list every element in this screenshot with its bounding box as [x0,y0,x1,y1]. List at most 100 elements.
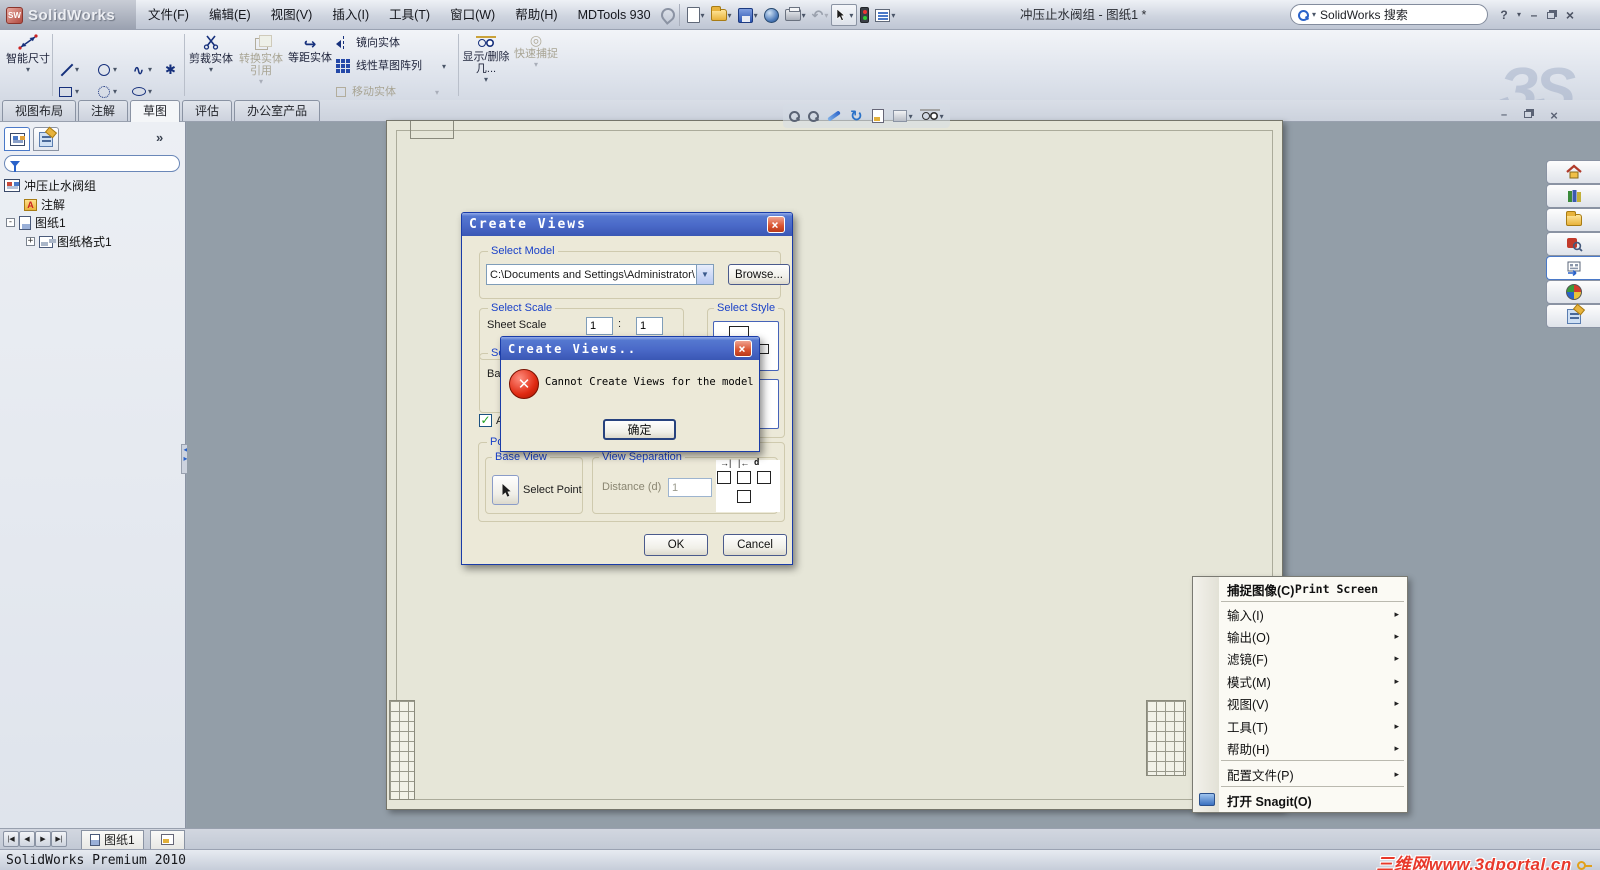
circle-tool-button[interactable]: ▾ [96,62,117,77]
tree-root-item[interactable]: 冲压止水阀组 [4,177,96,194]
search-box[interactable]: ▾ SolidWorks 搜索 [1290,4,1488,25]
property-manager-tab[interactable] [33,127,59,151]
update-sheet-button[interactable] [871,109,884,123]
point-tool-button[interactable]: ✱ [163,62,178,77]
display-delete-relations-button[interactable]: 显示/删除几... ▾ [462,34,510,84]
restore-button[interactable] [1543,6,1559,24]
new-document-button[interactable]: ▾ [684,3,708,27]
panel-expand-button[interactable]: » [156,130,163,145]
tab-sketch[interactable]: 草图 [130,99,181,122]
menu-item-mode[interactable]: 模式(M) ▸ [1194,670,1406,692]
ellipse-tool-button[interactable]: ▾ [131,84,152,99]
task-pane-search-tab[interactable] [1546,232,1600,256]
menu-insert[interactable]: 插入(I) [322,0,379,30]
combo-arrow-icon[interactable]: ▼ [696,265,713,284]
undo-button[interactable]: ↶ ▾ [809,3,832,27]
offset-entities-button[interactable]: ↪ 等距实体 [288,36,332,64]
aligned-checkbox[interactable]: ✓ [479,414,492,427]
rectangle-tool-button[interactable]: ▾ [58,84,79,99]
tab-annotation[interactable]: 注解 [78,100,129,121]
mirror-entities-button[interactable]: 镜向实体 [336,36,400,49]
previous-view-button[interactable] [827,110,841,122]
menu-item-input[interactable]: 输入(I) ▸ [1194,603,1406,625]
first-sheet-button[interactable]: |◀ [3,831,19,847]
line-tool-button[interactable]: ▾ [58,62,79,77]
menu-tools[interactable]: 工具(T) [379,0,440,30]
task-pane-resources-tab[interactable] [1546,160,1600,184]
display-style-button[interactable]: ▾ [919,108,944,121]
task-pane-custom-properties-tab[interactable] [1546,304,1600,328]
menu-item-profile[interactable]: 配置文件(P) ▸ [1194,763,1406,785]
ok-button[interactable]: OK [644,534,708,556]
menu-item-output[interactable]: 输出(O) ▸ [1194,625,1406,647]
tab-view-layout[interactable]: 视图布局 [2,100,77,121]
collapse-expander-icon[interactable]: - [6,218,15,227]
close-button[interactable]: × [1562,6,1578,24]
tree-item-sheet-format1[interactable]: + 图纸格式1 [26,233,112,250]
task-pane-appearances-tab[interactable] [1546,280,1600,304]
tab-office-products[interactable]: 办公室产品 [234,100,321,121]
last-sheet-button[interactable]: ▶| [51,831,67,847]
menu-item-help[interactable]: 帮助(H) ▸ [1194,737,1406,759]
open-button[interactable]: ▾ [708,3,735,27]
menu-help[interactable]: 帮助(H) [505,0,567,30]
tab-evaluate[interactable]: 评估 [182,100,233,121]
previous-sheet-button[interactable]: ◀ [19,831,35,847]
sheet-tab-icon [90,833,100,846]
menu-edit[interactable]: 编辑(E) [199,0,261,30]
tree-filter-box[interactable] [4,155,180,172]
feature-tree-tab[interactable] [4,127,30,151]
print-button[interactable]: ▾ [782,3,809,27]
help-button[interactable]: ? [1496,6,1512,24]
menu-item-filter[interactable]: 滤镜(F) ▸ [1194,647,1406,669]
rotate-view-button[interactable]: ↻ [850,109,863,124]
scale-numerator-input[interactable] [586,317,613,335]
cancel-button[interactable]: Cancel [723,534,787,556]
spline-tool-button[interactable]: ∿ ▾ [131,62,152,77]
task-pane-view-palette-tab[interactable] [1546,256,1600,280]
error-dialog-title-bar[interactable]: Create Views.. × [501,337,759,360]
menu-item-capture-image[interactable]: 捕捉图像(C) Print Screen [1194,578,1406,600]
select-tool-button[interactable]: ▾ [831,4,858,26]
scale-denominator-input[interactable] [636,317,663,335]
menu-item-open-snagit[interactable]: 打开 Snagit(O) [1194,789,1406,811]
tree-item-sheet1[interactable]: - 图纸1 [6,214,66,231]
distance-input [668,478,712,497]
appearance-button[interactable] [761,3,782,27]
search-input[interactable]: SolidWorks 搜索 [1320,6,1408,23]
search-icon [1298,9,1309,21]
help-dropdown-icon[interactable]: ▾ [1511,6,1527,24]
options-button[interactable]: ▾ [872,3,898,27]
menu-mdtools[interactable]: MDTools 930 [568,0,661,30]
dialog-close-button[interactable]: × [767,216,785,233]
pin-icon[interactable] [657,5,678,25]
tree-item-annotations[interactable]: A 注解 [24,196,65,213]
zoom-fit-button[interactable] [789,111,800,122]
dialog-title-bar[interactable]: Create Views × [462,213,792,236]
browse-button[interactable]: Browse... [728,264,790,285]
menu-item-view[interactable]: 视图(V) ▸ [1194,692,1406,714]
next-sheet-button[interactable]: ▶ [35,831,51,847]
minimize-button[interactable]: – [1526,6,1542,24]
error-dialog-close-button[interactable]: × [734,340,752,357]
error-ok-button[interactable]: 确定 [603,419,676,440]
save-button[interactable]: ▾ [735,3,761,27]
menu-window[interactable]: 窗口(W) [440,0,505,30]
rebuild-button[interactable] [857,3,872,27]
add-sheet-button[interactable] [149,829,185,849]
smart-dimension-button[interactable]: 智能尺寸 ▾ [6,34,50,74]
menu-view[interactable]: 视图(V) [261,0,323,30]
task-pane-file-explorer-tab[interactable] [1546,208,1600,232]
arc-tool-button[interactable]: ▾ [96,84,117,99]
linear-sketch-pattern-button[interactable]: 线性草图阵列 ▾ [336,59,446,73]
model-path-combo[interactable]: C:\Documents and Settings\Administrator\… [486,264,714,285]
menu-file[interactable]: 文件(F) [138,0,199,30]
task-pane-design-library-tab[interactable] [1546,184,1600,208]
select-point-button[interactable] [492,475,519,505]
sheet-tab-active[interactable]: 图纸1 [81,829,144,849]
expand-expander-icon[interactable]: + [26,237,35,246]
view-orientation-button[interactable]: ▾ [892,110,913,122]
zoom-area-button[interactable] [808,111,819,122]
trim-entities-button[interactable]: 剪裁实体 ▾ [188,34,234,74]
menu-item-tools[interactable]: 工具(T) ▸ [1194,715,1406,737]
